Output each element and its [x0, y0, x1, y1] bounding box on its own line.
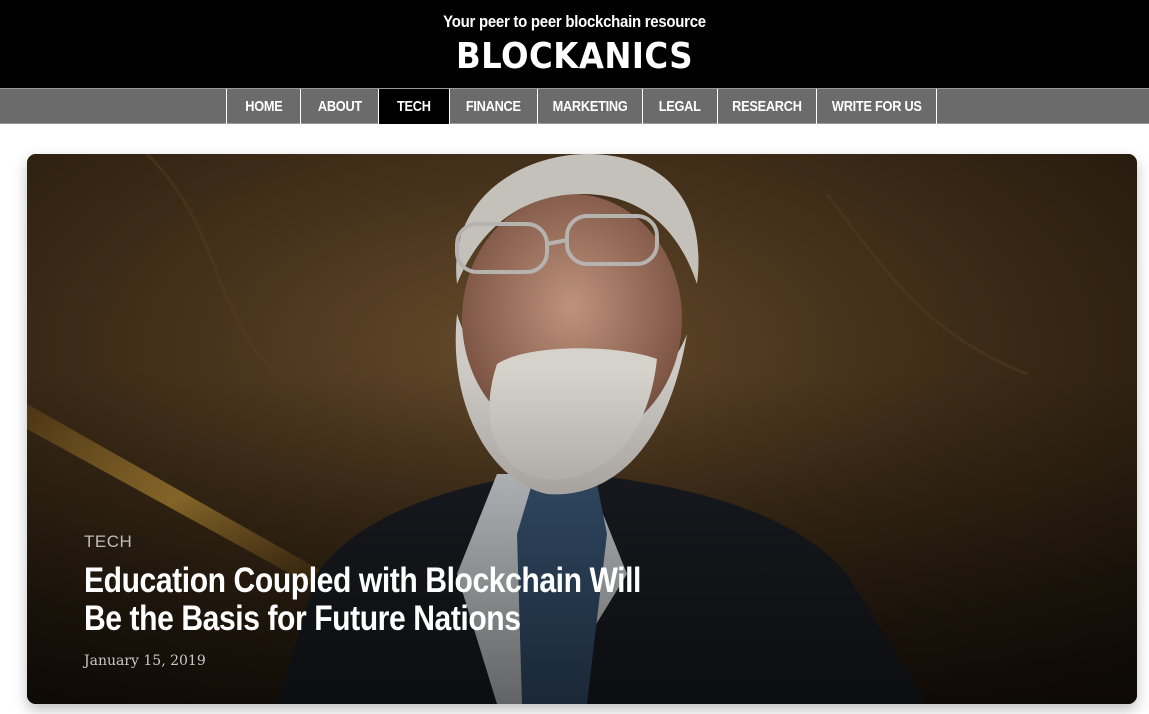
nav-item-home[interactable]: HOME [227, 89, 301, 124]
nav-list: HOME ABOUT TECH FINANCE MARKETING LEGAL … [226, 89, 937, 124]
article-category[interactable]: TECH [84, 532, 132, 552]
featured-article-card[interactable]: TECH Education Coupled with Blockchain W… [27, 154, 1137, 704]
nav-item-finance[interactable]: FINANCE [450, 89, 538, 124]
nav-item-legal[interactable]: LEGAL [643, 89, 718, 124]
nav-item-research[interactable]: RESEARCH [718, 89, 817, 124]
nav-item-write-for-us[interactable]: WRITE FOR US [817, 89, 937, 124]
nav-item-marketing[interactable]: MARKETING [538, 89, 643, 124]
site-header: Your peer to peer blockchain resource BL… [0, 0, 1149, 88]
nav-item-about[interactable]: ABOUT [301, 89, 379, 124]
article-date: January 15, 2019 [84, 653, 206, 669]
site-tagline: Your peer to peer blockchain resource [443, 12, 706, 31]
nav-item-tech[interactable]: TECH [379, 89, 450, 124]
article-title[interactable]: Education Coupled with Blockchain Will B… [84, 562, 686, 638]
site-logo[interactable]: BLOCKANICS [57, 36, 1091, 77]
main-navigation: HOME ABOUT TECH FINANCE MARKETING LEGAL … [0, 88, 1149, 124]
